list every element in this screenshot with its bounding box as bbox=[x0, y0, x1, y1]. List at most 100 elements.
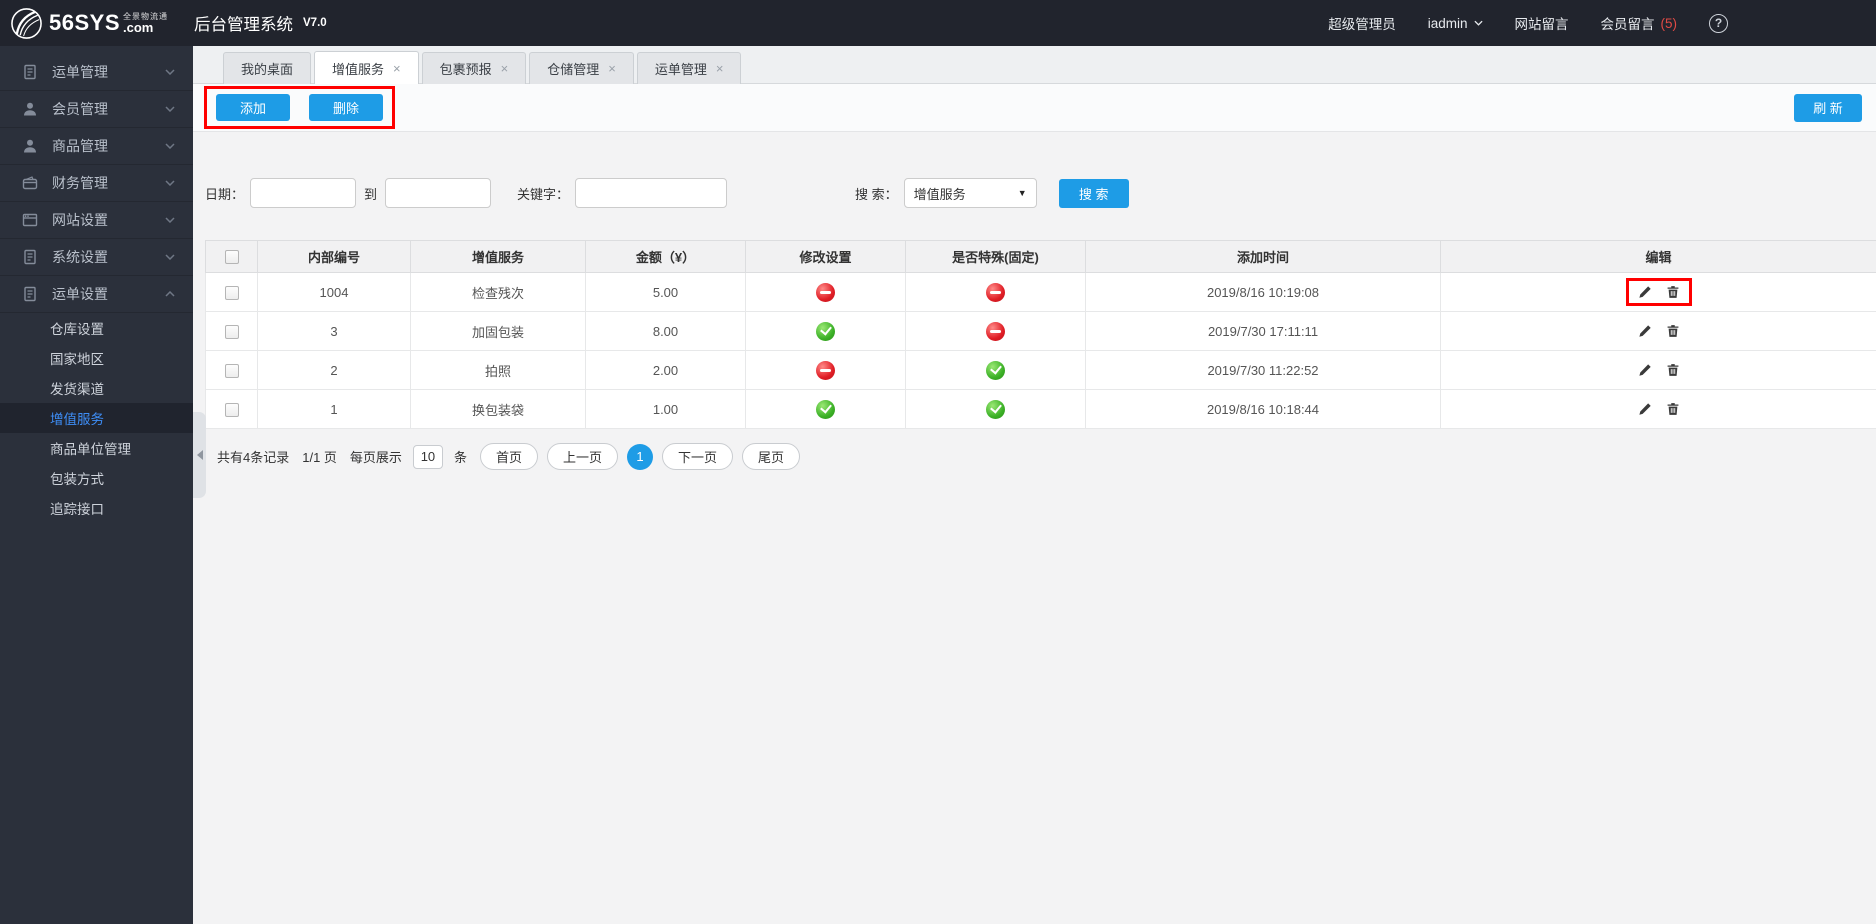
chevron-left-icon bbox=[196, 450, 203, 460]
website-icon bbox=[22, 212, 38, 228]
keyword-input[interactable] bbox=[575, 178, 728, 208]
prev-page-button[interactable]: 上一页 bbox=[546, 443, 618, 470]
edit-pencil-icon[interactable] bbox=[1638, 324, 1652, 338]
sidebar-item-product-management[interactable]: 商品管理 bbox=[0, 128, 193, 165]
trash-icon[interactable] bbox=[1666, 285, 1680, 299]
cell-amount: 8.00 bbox=[585, 311, 746, 351]
first-page-button[interactable]: 首页 bbox=[479, 443, 538, 470]
tab-close-icon[interactable]: × bbox=[716, 61, 724, 76]
sidebar-subitem-tracking-api[interactable]: 追踪接口 bbox=[0, 493, 193, 523]
col-modifiable: 修改设置 bbox=[745, 240, 906, 273]
tab-label: 增值服务 bbox=[332, 61, 385, 77]
search-type-select[interactable]: 增值服务 ▼ bbox=[903, 178, 1037, 208]
member-message-count: (5) bbox=[1660, 15, 1678, 31]
trash-icon[interactable] bbox=[1666, 324, 1680, 338]
sidebar-subitem-warehouse-settings[interactable]: 仓库设置 bbox=[0, 313, 193, 343]
cell-service: 加固包装 bbox=[410, 311, 586, 351]
refresh-button[interactable]: 刷 新 bbox=[1794, 93, 1862, 122]
app-title: 后台管理系统 bbox=[194, 16, 293, 34]
row-checkbox[interactable] bbox=[224, 402, 239, 417]
username: iadmin bbox=[1427, 15, 1468, 31]
trash-icon[interactable] bbox=[1666, 363, 1680, 377]
current-page-indicator[interactable]: 1 bbox=[626, 443, 653, 470]
select-all-checkbox[interactable] bbox=[224, 250, 239, 265]
status-no-icon[interactable] bbox=[986, 282, 1005, 302]
edit-pencil-icon[interactable] bbox=[1638, 363, 1652, 377]
tab-close-icon[interactable]: × bbox=[501, 61, 509, 76]
status-no-icon[interactable] bbox=[986, 321, 1005, 341]
cell-modifiable bbox=[745, 272, 906, 312]
help-icon[interactable]: ? bbox=[1709, 13, 1728, 33]
sidebar-subitem-label: 国家地区 bbox=[50, 352, 104, 367]
search-type-label: 搜 索： bbox=[855, 186, 898, 202]
tab-warehouse-management[interactable]: 仓储管理 × bbox=[529, 52, 634, 84]
date-to-input[interactable] bbox=[385, 178, 492, 208]
last-page-button[interactable]: 尾页 bbox=[742, 443, 801, 470]
sidebar-subitem-value-added-service[interactable]: 增值服务 bbox=[0, 403, 193, 433]
table-row: 2 拍照 2.00 2019/7/30 11:22:52 bbox=[205, 350, 1876, 390]
per-page-input[interactable]: 10 bbox=[412, 444, 443, 469]
edit-pencil-icon[interactable] bbox=[1638, 285, 1652, 299]
status-yes-icon[interactable] bbox=[816, 399, 835, 419]
tab-waybill-management[interactable]: 运单管理 × bbox=[636, 52, 742, 84]
sidebar-subitem-country-region[interactable]: 国家地区 bbox=[0, 343, 193, 373]
trash-icon[interactable] bbox=[1666, 402, 1680, 416]
sidebar-item-finance-management[interactable]: 财务管理 bbox=[0, 165, 193, 202]
annotation-box-buttons: 添加 删除 bbox=[204, 86, 395, 129]
edit-pencil-icon[interactable] bbox=[1638, 402, 1652, 416]
cell-added-time: 2019/7/30 17:11:11 bbox=[1085, 311, 1441, 351]
sidebar-collapse-handle[interactable] bbox=[193, 412, 206, 498]
sidebar-item-member-management[interactable]: 会员管理 bbox=[0, 91, 193, 128]
sidebar-item-website-settings[interactable]: 网站设置 bbox=[0, 202, 193, 239]
filter-bar: 日期： 到 关键字： 搜 索： 增值服务 ▼ 搜 索 bbox=[205, 178, 1876, 208]
table-row: 3 加固包装 8.00 2019/7/30 17:11:11 bbox=[205, 311, 1876, 351]
annotation-box-edit bbox=[1625, 278, 1692, 306]
next-page-button[interactable]: 下一页 bbox=[661, 443, 733, 470]
tab-package-forecast[interactable]: 包裹预报 × bbox=[421, 52, 527, 84]
site-messages-link[interactable]: 网站留言 bbox=[1515, 13, 1569, 33]
user-menu[interactable]: iadmin bbox=[1428, 16, 1483, 31]
sidebar-item-system-settings[interactable]: 系统设置 bbox=[0, 239, 193, 276]
status-yes-icon[interactable] bbox=[986, 399, 1005, 419]
sidebar-subitem-product-unit[interactable]: 商品单位管理 bbox=[0, 433, 193, 463]
app-root: 56SYS 全景物流通 .com 后台管理系统 V7.0 超级管理员 iadmi… bbox=[0, 0, 1876, 924]
tab-value-added-service[interactable]: 增值服务 × bbox=[314, 51, 419, 84]
status-no-icon[interactable] bbox=[816, 282, 835, 302]
row-checkbox[interactable] bbox=[224, 285, 239, 300]
per-page-label: 每页展示 bbox=[349, 450, 402, 465]
status-yes-icon[interactable] bbox=[986, 360, 1005, 380]
cell-modifiable bbox=[745, 311, 906, 351]
sidebar-item-waybill-management[interactable]: 运单管理 bbox=[0, 54, 193, 91]
app-version: V7.0 bbox=[303, 17, 327, 29]
select-arrow-icon: ▼ bbox=[1017, 188, 1027, 198]
row-checkbox[interactable] bbox=[224, 363, 239, 378]
search-button[interactable]: 搜 索 bbox=[1058, 178, 1129, 208]
sidebar-subitem-shipping-channel[interactable]: 发货渠道 bbox=[0, 373, 193, 403]
sidebar-item-label: 财务管理 bbox=[52, 175, 108, 191]
header-nav: 超级管理员 iadmin 网站留言 会员留言 (5) ? bbox=[1328, 13, 1876, 33]
status-yes-icon[interactable] bbox=[816, 321, 835, 341]
add-button[interactable]: 添加 bbox=[216, 94, 290, 121]
sidebar-subitem-packaging-method[interactable]: 包装方式 bbox=[0, 463, 193, 493]
cell-added-time: 2019/8/16 10:18:44 bbox=[1085, 389, 1441, 429]
tab-my-desktop[interactable]: 我的桌面 bbox=[223, 52, 312, 84]
row-checkbox[interactable] bbox=[224, 324, 239, 339]
chevron-down-icon bbox=[165, 217, 175, 223]
cell-edit bbox=[1440, 350, 1876, 390]
cell-internal-id: 2 bbox=[257, 350, 411, 390]
sidebar-item-waybill-settings[interactable]: 运单设置 bbox=[0, 276, 193, 313]
cell-edit bbox=[1440, 311, 1876, 351]
date-from-input[interactable] bbox=[250, 178, 357, 208]
tab-close-icon[interactable]: × bbox=[393, 61, 401, 76]
cell-added-time: 2019/8/16 10:19:08 bbox=[1085, 272, 1441, 312]
delete-button[interactable]: 删除 bbox=[309, 94, 383, 121]
col-special: 是否特殊(固定) bbox=[905, 240, 1086, 273]
member-messages-link[interactable]: 会员留言 (5) bbox=[1601, 13, 1678, 33]
status-no-icon[interactable] bbox=[816, 360, 835, 380]
table-row: 1004 检查残次 5.00 2019/8/16 10:19:08 bbox=[205, 272, 1876, 312]
tab-close-icon[interactable]: × bbox=[608, 61, 616, 76]
logo-suffix: .com bbox=[123, 20, 154, 36]
chevron-down-icon bbox=[165, 106, 175, 112]
sidebar-item-label: 运单管理 bbox=[52, 64, 108, 80]
sidebar-subitem-label: 发货渠道 bbox=[50, 382, 104, 397]
